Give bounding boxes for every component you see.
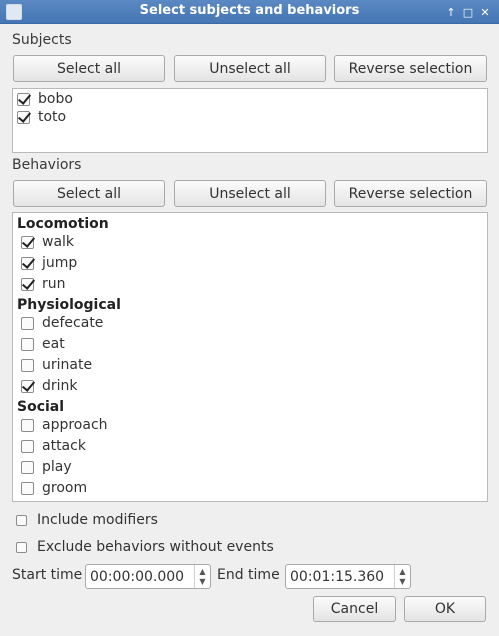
checkbox-unchecked-icon[interactable]	[16, 514, 27, 526]
start-time-value[interactable]: 00:00:00.000	[86, 569, 194, 585]
behavior-item-jump[interactable]: jump	[21, 253, 77, 273]
close-button[interactable]: ✕	[477, 4, 493, 20]
end-time-label: End time	[217, 567, 280, 583]
checkbox-unchecked-icon[interactable]	[21, 418, 34, 432]
checkbox-unchecked-icon[interactable]	[16, 541, 27, 553]
checkbox-checked-icon[interactable]	[21, 277, 34, 291]
subjects-unselect-all-button[interactable]: Unselect all	[174, 55, 326, 82]
subject-item-toto[interactable]: toto	[17, 107, 66, 127]
chevron-up-icon[interactable]: ▲	[199, 567, 205, 577]
behavior-item-label: jump	[42, 255, 78, 271]
behaviors-label: Behaviors	[12, 157, 82, 173]
checkbox-checked-icon[interactable]	[17, 92, 30, 106]
behavior-item-label: walk	[42, 234, 75, 250]
subjects-select-all-button[interactable]: Select all	[13, 55, 165, 82]
start-time-label: Start time	[12, 567, 83, 583]
behavior-item-attack[interactable]: attack	[21, 436, 86, 456]
behavior-item-label: run	[42, 276, 66, 292]
behavior-item-play[interactable]: play	[21, 457, 72, 477]
maximize-button[interactable]: □	[460, 4, 476, 20]
end-time-spin-buttons[interactable]: ▲ ▼	[394, 565, 410, 588]
checkbox-checked-icon[interactable]	[17, 110, 30, 124]
ok-button[interactable]: OK	[404, 596, 486, 622]
checkbox-checked-icon[interactable]	[21, 379, 34, 393]
behaviors-reverse-selection-button[interactable]: Reverse selection	[334, 180, 487, 207]
end-time-value[interactable]: 00:01:15.360	[286, 569, 394, 585]
checkbox-checked-icon[interactable]	[21, 235, 34, 249]
group-header-social: Social	[17, 399, 65, 415]
behavior-item-approach[interactable]: approach	[21, 415, 108, 435]
behavior-item-groom[interactable]: groom	[21, 478, 87, 498]
end-time-input[interactable]: 00:01:15.360 ▲ ▼	[285, 564, 411, 589]
start-time-spin-buttons[interactable]: ▲ ▼	[194, 565, 210, 588]
behavior-item-label: groom	[42, 480, 88, 496]
cancel-button[interactable]: Cancel	[313, 596, 396, 622]
exclude-behaviors-without-events-label: Exclude behaviors without events	[37, 539, 274, 555]
behavior-item-label: urinate	[42, 357, 93, 373]
chevron-down-icon[interactable]: ▼	[199, 577, 205, 587]
behavior-item-urinate[interactable]: urinate	[21, 355, 92, 375]
subject-item-label: bobo	[38, 91, 73, 107]
checkbox-unchecked-icon[interactable]	[21, 460, 34, 474]
behaviors-unselect-all-button[interactable]: Unselect all	[174, 180, 326, 207]
behavior-item-label: approach	[42, 417, 108, 433]
subjects-reverse-selection-button[interactable]: Reverse selection	[334, 55, 487, 82]
behaviors-select-all-button[interactable]: Select all	[13, 180, 165, 207]
behavior-item-label: defecate	[42, 315, 104, 331]
window-title: Select subjects and behaviors	[139, 3, 360, 18]
behavior-item-label: play	[42, 459, 72, 475]
include-modifiers-label: Include modifiers	[37, 512, 158, 528]
subject-item-label: toto	[38, 109, 67, 125]
behavior-item-run[interactable]: run	[21, 274, 66, 294]
subject-item-bobo[interactable]: bobo	[17, 89, 73, 109]
checkbox-unchecked-icon[interactable]	[21, 439, 34, 453]
checkbox-unchecked-icon[interactable]	[21, 358, 34, 372]
behavior-item-label: attack	[42, 438, 86, 454]
checkbox-unchecked-icon[interactable]	[21, 316, 34, 330]
start-time-input[interactable]: 00:00:00.000 ▲ ▼	[85, 564, 211, 589]
behavior-item-label: eat	[42, 336, 65, 352]
behavior-item-label: drink	[42, 378, 78, 394]
keep-above-button[interactable]: ↑	[443, 4, 459, 20]
chevron-up-icon[interactable]: ▲	[399, 567, 405, 577]
chevron-down-icon[interactable]: ▼	[399, 577, 405, 587]
behavior-item-drink[interactable]: drink	[21, 376, 78, 396]
group-header-locomotion: Locomotion	[17, 216, 109, 232]
checkbox-unchecked-icon[interactable]	[21, 337, 34, 351]
behavior-item-eat[interactable]: eat	[21, 334, 65, 354]
exclude-behaviors-without-events-checkbox[interactable]: Exclude behaviors without events	[16, 537, 274, 557]
subjects-label: Subjects	[12, 32, 72, 48]
checkbox-checked-icon[interactable]	[21, 256, 34, 270]
group-header-physiological: Physiological	[17, 297, 121, 313]
behavior-item-walk[interactable]: walk	[21, 232, 74, 252]
checkbox-unchecked-icon[interactable]	[21, 481, 34, 495]
title-bar: Select subjects and behaviors ↑ □ ✕	[0, 0, 499, 24]
subjects-list[interactable]: bobo toto	[12, 88, 488, 153]
behavior-item-defecate[interactable]: defecate	[21, 313, 103, 333]
include-modifiers-checkbox[interactable]: Include modifiers	[16, 510, 158, 530]
behaviors-list[interactable]: Locomotion walk jump run Physiological d…	[12, 212, 488, 502]
